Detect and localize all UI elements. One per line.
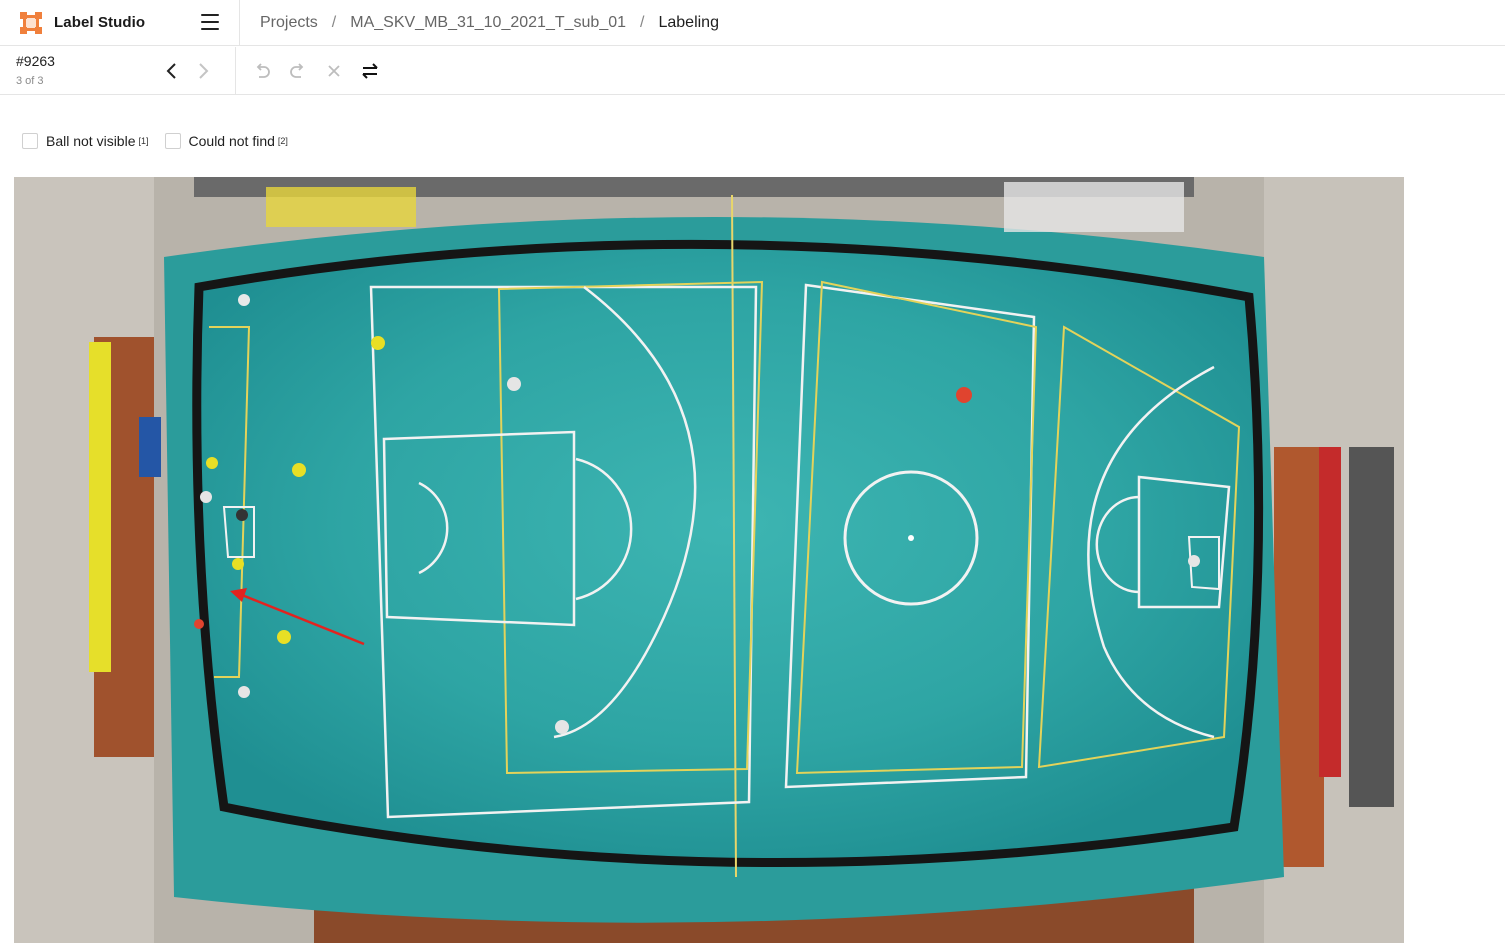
redo-icon[interactable] [286, 59, 310, 83]
choice-ball-not-visible[interactable]: Ball not visible [1] [22, 133, 149, 149]
top-header: Label Studio Projects / MA_SKV_MB_31_10_… [0, 0, 1505, 46]
task-counter: 3 of 3 [16, 75, 44, 87]
swap-arrows-icon[interactable] [358, 59, 382, 83]
choices-group: Ball not visible [1] Could not find [2] [22, 133, 304, 149]
breadcrumb: Projects / MA_SKV_MB_31_10_2021_T_sub_01… [260, 13, 719, 32]
chevron-right-icon[interactable] [191, 59, 215, 83]
choice-hotkey: [2] [277, 136, 288, 146]
undo-icon[interactable] [250, 59, 274, 83]
brand[interactable]: Label Studio [0, 0, 240, 46]
checkbox-ball-not-visible[interactable] [22, 133, 38, 149]
checkbox-could-not-find[interactable] [164, 133, 181, 149]
task-id: #9263 [16, 53, 55, 69]
close-icon[interactable] [322, 59, 346, 83]
task-info: #9263 3 of 3 [0, 47, 236, 95]
choice-could-not-find[interactable]: Could not find [2] [164, 133, 288, 149]
choice-hotkey: [1] [138, 136, 149, 146]
breadcrumb-project[interactable]: MA_SKV_MB_31_10_2021_T_sub_01 [350, 14, 626, 32]
breadcrumb-current-page: Labeling [658, 13, 719, 31]
annotation-actions [250, 59, 394, 83]
choice-label: Could not find [188, 133, 275, 149]
chevron-left-icon[interactable] [160, 59, 184, 83]
labeling-toolbar: #9263 3 of 3 [0, 47, 1505, 95]
labeling-image[interactable] [14, 177, 1404, 943]
choice-label: Ball not visible [46, 133, 136, 149]
hamburger-menu-icon[interactable] [201, 13, 219, 30]
court-image[interactable] [14, 177, 1404, 943]
label-studio-logo-icon [20, 11, 42, 34]
breadcrumb-projects[interactable]: Projects [260, 14, 318, 32]
app-name: Label Studio [54, 14, 146, 31]
